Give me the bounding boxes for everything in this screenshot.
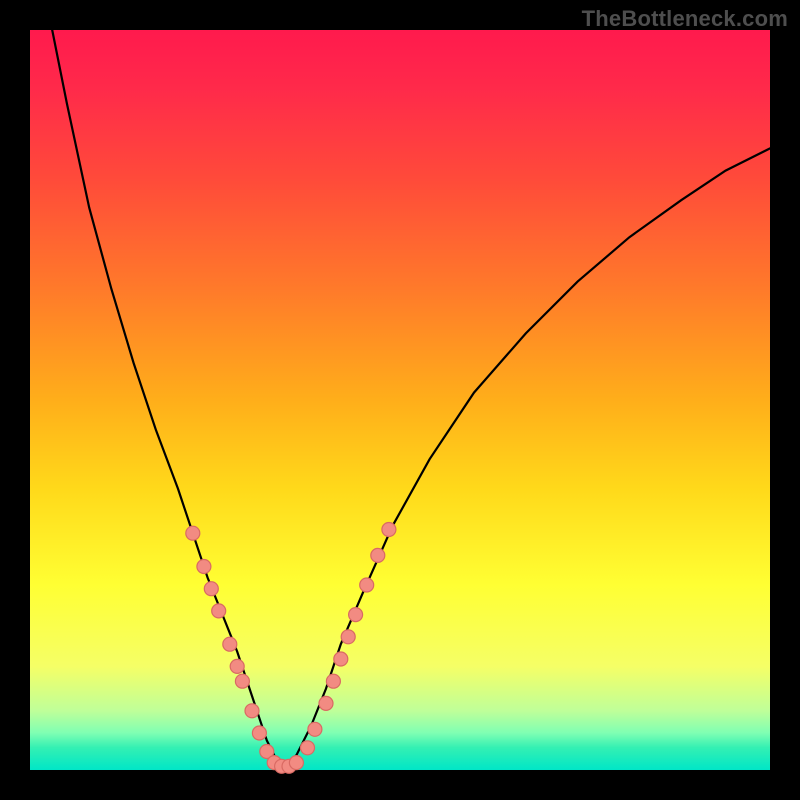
data-marker (341, 630, 355, 644)
data-marker (186, 526, 200, 540)
data-marker (308, 722, 322, 736)
data-marker (230, 659, 244, 673)
data-marker (252, 726, 266, 740)
watermark-label: TheBottleneck.com (582, 6, 788, 32)
data-marker (326, 674, 340, 688)
data-marker (349, 608, 363, 622)
bottleneck-chart (30, 30, 770, 770)
data-marker (371, 548, 385, 562)
data-marker (245, 704, 259, 718)
data-marker (212, 604, 226, 618)
data-marker (223, 637, 237, 651)
data-marker (235, 674, 249, 688)
data-marker (360, 578, 374, 592)
data-marker (289, 756, 303, 770)
data-marker (301, 741, 315, 755)
data-marker (319, 696, 333, 710)
data-marker (197, 560, 211, 574)
curve-left-branch (52, 30, 281, 770)
data-marker (334, 652, 348, 666)
curve-right-branch (282, 148, 770, 770)
data-marker (382, 523, 396, 537)
marker-group (186, 523, 396, 774)
data-marker (204, 582, 218, 596)
